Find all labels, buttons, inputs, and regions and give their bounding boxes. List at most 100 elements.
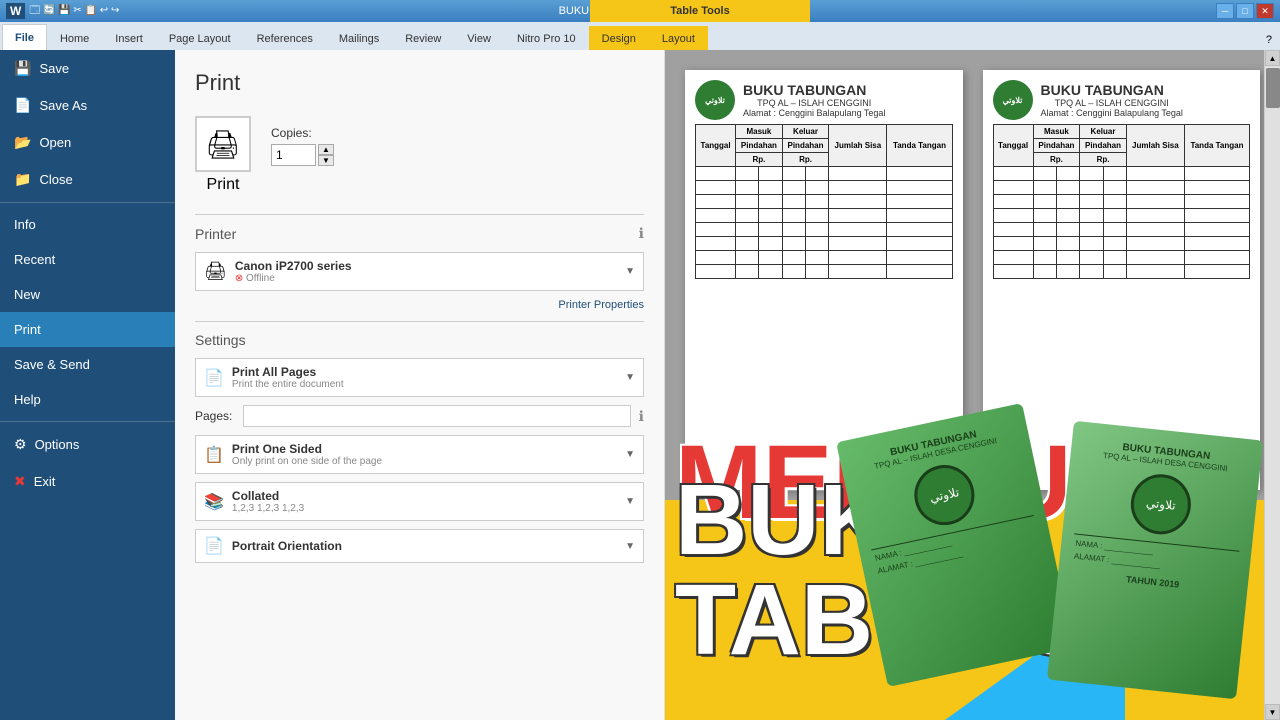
pages-row: Pages: ℹ <box>195 405 644 427</box>
title-bar-left: W 🗔 🔄 💾 ✂ 📋 ↩ ↪ <box>6 3 119 20</box>
offline-icon: ⊗ <box>235 273 243 284</box>
portrait-arrow: ▼ <box>625 541 635 552</box>
table-row <box>696 237 953 251</box>
scroll-up-button[interactable]: ▲ <box>1265 50 1280 66</box>
page1-subtitle1: TPQ AL – ISLAH CENGGINI <box>743 98 885 108</box>
sidebar-info-label: Info <box>14 217 36 232</box>
table-row <box>696 223 953 237</box>
divider-1 <box>195 214 644 215</box>
print-one-sided-dropdown[interactable]: 📋 Print One Sided Only print on one side… <box>195 435 644 474</box>
print-panel: Print 🖨 Print Copies: ▲ ▼ Printer ℹ <box>175 50 665 720</box>
col2-keluar: Keluar <box>1080 125 1127 139</box>
sidebar-item-new[interactable]: New <box>0 277 175 312</box>
sidebar-item-save-as[interactable]: 📄 Save As <box>0 87 175 124</box>
table-row <box>993 237 1250 251</box>
table-row <box>696 167 953 181</box>
window-controls[interactable]: ─ □ ✕ <box>1216 3 1274 19</box>
tab-review[interactable]: Review <box>392 26 454 50</box>
printer-section-title: Printer ℹ <box>195 225 644 242</box>
sidebar-item-help[interactable]: Help <box>0 382 175 417</box>
save-as-icon: 📄 <box>14 97 31 114</box>
tab-nitro[interactable]: Nitro Pro 10 <box>504 26 589 50</box>
printer-info-icon[interactable]: ℹ <box>639 225 644 242</box>
sidebar-print-label: Print <box>14 322 41 337</box>
sidebar-item-save[interactable]: 💾 Save <box>0 50 175 87</box>
table-row <box>696 209 953 223</box>
sidebar-item-info[interactable]: Info <box>0 207 175 242</box>
tab-references[interactable]: References <box>244 26 326 50</box>
sidebar-save-label: Save <box>39 61 69 76</box>
table-row <box>696 195 953 209</box>
scroll-thumb[interactable] <box>1266 68 1280 108</box>
sidebar-item-close[interactable]: 📁 Close <box>0 161 175 198</box>
tab-layout[interactable]: Layout <box>649 26 708 50</box>
table-row <box>993 167 1250 181</box>
col2-keluar-pindahan: Pindahan <box>1080 139 1127 153</box>
page2-subtitle1: TPQ AL – ISLAH CENGGINI <box>1041 98 1183 108</box>
page2-subtitle2: Alamat : Cenggini Balapulang Tegal <box>1041 108 1183 118</box>
preview-area: تلاوتي BUKU TABUNGAN TPQ AL – ISLAH CENG… <box>665 50 1280 720</box>
pages-label: Pages: <box>195 409 235 423</box>
col2-masuk-pindahan: Pindahan <box>1033 139 1080 153</box>
print-one-sided-arrow: ▼ <box>625 449 635 460</box>
copies-section: Copies: ▲ ▼ <box>271 126 334 166</box>
pages-info-icon[interactable]: ℹ <box>639 408 644 425</box>
tab-insert[interactable]: Insert <box>102 26 156 50</box>
sidebar-item-print[interactable]: Print <box>0 312 175 347</box>
pages-input[interactable] <box>243 405 631 427</box>
sidebar-item-save-send[interactable]: Save & Send <box>0 347 175 382</box>
sidebar-save-as-label: Save As <box>39 98 87 113</box>
printer-info: Canon iP2700 series ⊗ Offline <box>235 259 617 284</box>
sidebar-item-options[interactable]: ⚙ Options <box>0 426 175 463</box>
collated-arrow: ▼ <box>625 496 635 507</box>
table-row <box>993 209 1250 223</box>
sidebar-divider-2 <box>0 421 175 422</box>
scroll-down-button[interactable]: ▼ <box>1265 704 1280 720</box>
page2-title: BUKU TABUNGAN <box>1041 82 1183 98</box>
col-masuk: Masuk <box>736 125 783 139</box>
printer-icon: 🖨 <box>195 116 251 172</box>
print-button[interactable]: 🖨 Print <box>195 116 251 194</box>
col-tanggal: Tanggal <box>696 125 736 167</box>
table-row <box>993 223 1250 237</box>
print-one-sided-row[interactable]: 📋 Print One Sided Only print on one side… <box>195 435 644 474</box>
portrait-icon: 📄 <box>204 536 224 556</box>
col-keluar-rp: Rp. <box>782 153 829 167</box>
sidebar-new-label: New <box>14 287 40 302</box>
portrait-dropdown[interactable]: 📄 Portrait Orientation ▼ <box>195 529 644 563</box>
tab-home[interactable]: Home <box>47 26 102 50</box>
tab-design[interactable]: Design <box>589 26 649 50</box>
print-section: 🖨 Print Copies: ▲ ▼ <box>195 116 644 194</box>
copies-down-button[interactable]: ▼ <box>318 155 334 166</box>
print-all-pages-icon: 📄 <box>204 368 224 388</box>
word-icon: W <box>6 3 25 19</box>
maximize-button[interactable]: □ <box>1236 3 1254 19</box>
collated-dropdown[interactable]: 📚 Collated 1,2,3 1,2,3 1,2,3 ▼ <box>195 482 644 521</box>
minimize-button[interactable]: ─ <box>1216 3 1234 19</box>
tab-file[interactable]: File <box>2 24 47 50</box>
open-icon: 📂 <box>14 134 31 151</box>
copies-up-button[interactable]: ▲ <box>318 144 334 155</box>
sidebar-item-open[interactable]: 📂 Open <box>0 124 175 161</box>
col-masuk-rp: Rp. <box>736 153 783 167</box>
printer-dropdown[interactable]: 🖨 Canon iP2700 series ⊗ Offline ▼ <box>195 252 644 291</box>
tab-mailings[interactable]: Mailings <box>326 26 392 50</box>
table-tools-label: Table Tools <box>670 5 730 17</box>
close-button[interactable]: ✕ <box>1256 3 1274 19</box>
sidebar-item-recent[interactable]: Recent <box>0 242 175 277</box>
copies-input[interactable] <box>271 144 316 166</box>
printer-properties-link[interactable]: Printer Properties <box>195 299 644 311</box>
print-all-pages-row[interactable]: 📄 Print All Pages Print the entire docum… <box>195 358 644 397</box>
portrait-row[interactable]: 📄 Portrait Orientation ▼ <box>195 529 644 563</box>
settings-section-title: Settings <box>195 332 644 348</box>
print-all-pages-dropdown[interactable]: 📄 Print All Pages Print the entire docum… <box>195 358 644 397</box>
sidebar-item-exit[interactable]: ✖ Exit <box>0 463 175 500</box>
help-icon[interactable]: ? <box>1258 30 1280 50</box>
tab-view[interactable]: View <box>454 26 504 50</box>
printer-select[interactable]: 🖨 Canon iP2700 series ⊗ Offline ▼ <box>195 252 644 291</box>
print-one-sided-name: Print One Sided <box>232 442 617 456</box>
collated-row[interactable]: 📚 Collated 1,2,3 1,2,3 1,2,3 ▼ <box>195 482 644 521</box>
print-all-pages-arrow: ▼ <box>625 372 635 383</box>
booklet2-logo: تلاوتي <box>1128 471 1194 537</box>
tab-page-layout[interactable]: Page Layout <box>156 26 244 50</box>
